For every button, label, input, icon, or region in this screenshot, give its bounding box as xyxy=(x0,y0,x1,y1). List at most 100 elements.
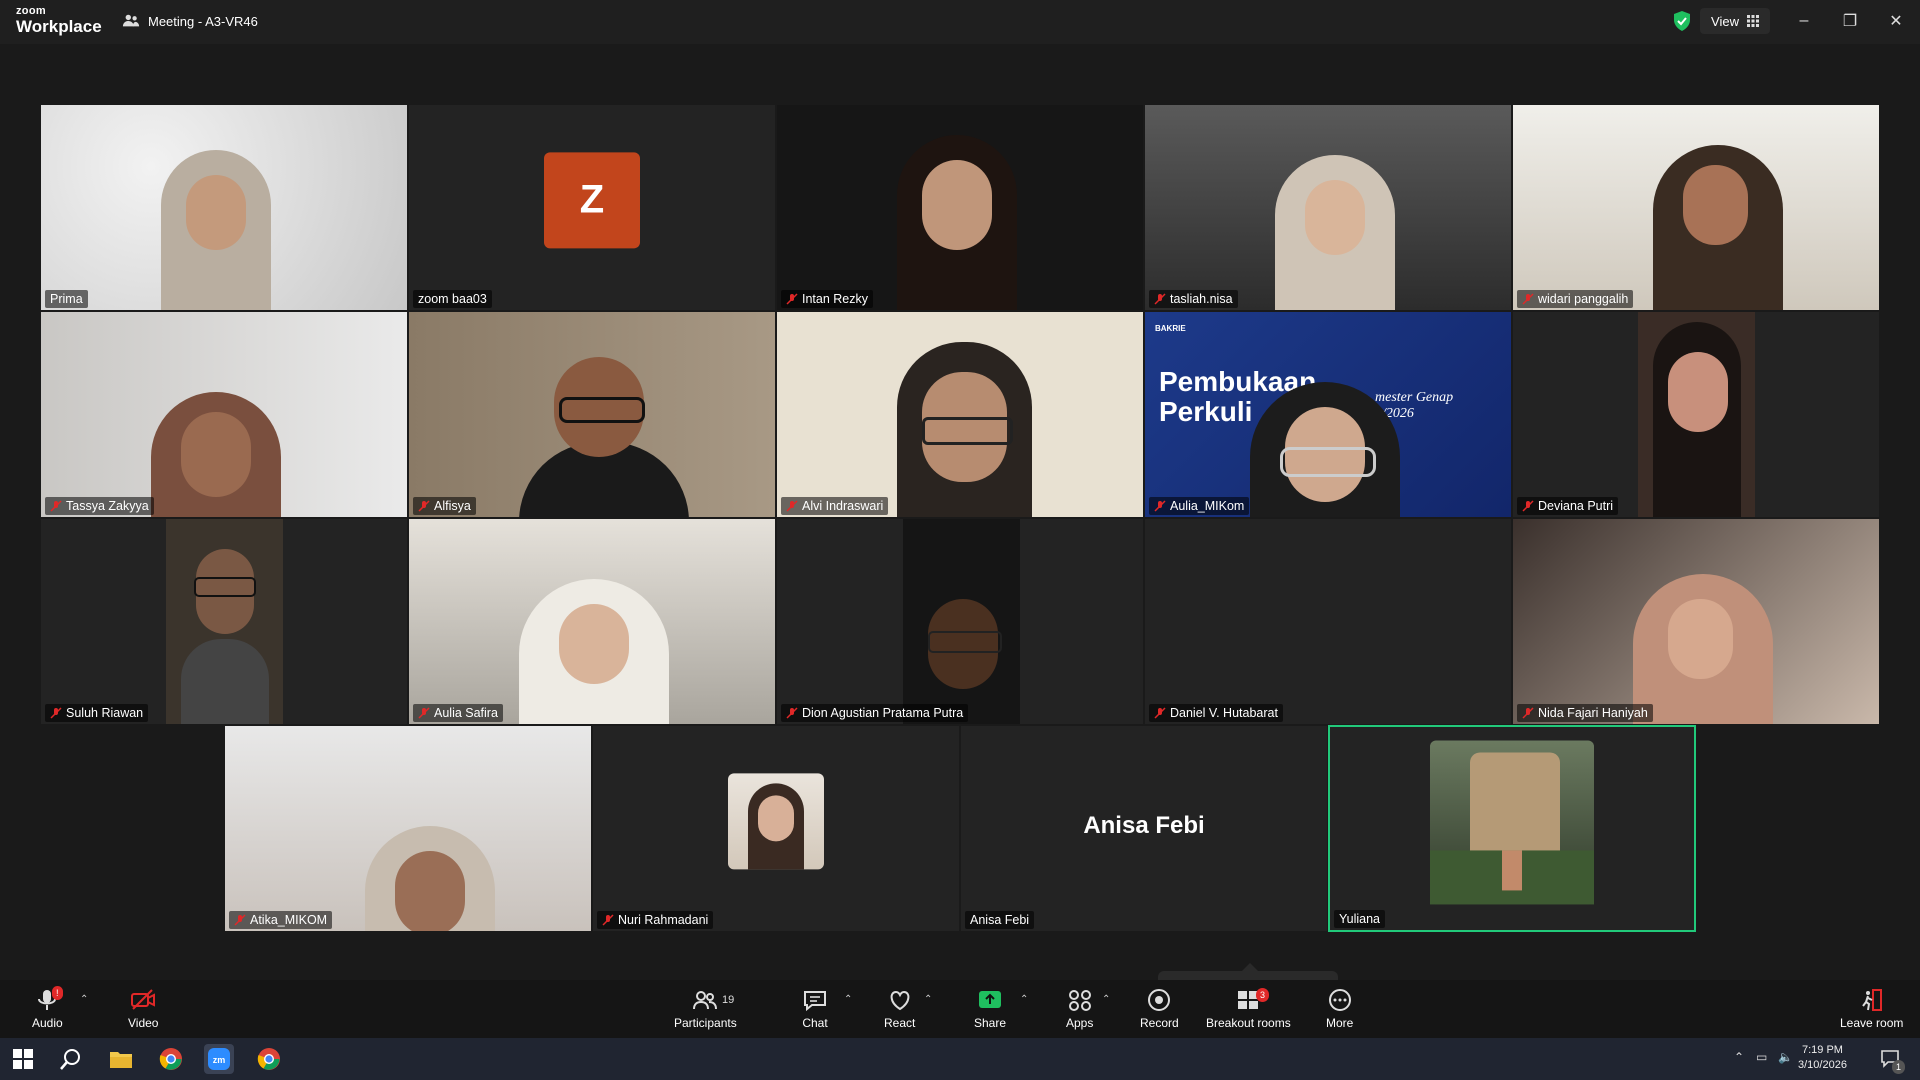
volume-icon[interactable]: 🔈 xyxy=(1778,1050,1793,1064)
audio-label: Audio xyxy=(32,1016,63,1030)
chrome-icon[interactable] xyxy=(156,1044,186,1074)
participant-tile[interactable]: tasliah.nisa xyxy=(1144,104,1512,311)
video-button[interactable]: Video xyxy=(128,988,158,1030)
participant-name-label: Tassya Zakyya xyxy=(45,497,154,515)
participant-tile[interactable]: widari panggalih xyxy=(1512,104,1880,311)
minimize-icon[interactable]: – xyxy=(1792,10,1816,32)
participant-name: Anisa Febi xyxy=(970,913,1030,927)
avatar-letter: Z xyxy=(579,177,605,222)
system-clock[interactable]: 7:19 PM 3/10/2026 xyxy=(1798,1043,1847,1073)
participant-name-label: widari panggalih xyxy=(1517,290,1634,308)
chat-button[interactable]: Chat xyxy=(802,988,828,1030)
share-button[interactable]: Share xyxy=(974,988,1006,1030)
participant-tile[interactable]: Prima xyxy=(40,104,408,311)
participants-count: 19 xyxy=(722,994,735,1006)
logo-bottom-text: Workplace xyxy=(16,17,102,36)
gallery-view: Prima Z zoom baa03 Intan Rezky tasliah.n… xyxy=(0,44,1920,1007)
mic-muted-icon xyxy=(50,500,62,512)
participant-name-label: Alvi Indraswari xyxy=(781,497,889,515)
mic-muted-icon xyxy=(1154,293,1166,305)
mic-muted-icon xyxy=(50,707,62,719)
search-icon[interactable] xyxy=(56,1044,86,1074)
participant-video xyxy=(1513,105,1879,310)
participant-video xyxy=(777,105,1143,310)
chat-options-caret[interactable]: ⌃ xyxy=(844,994,852,1005)
participant-name: Suluh Riawan xyxy=(66,706,144,720)
participant-name: widari panggalih xyxy=(1538,292,1629,306)
participant-video xyxy=(409,519,775,724)
participant-name-label: Anisa Febi xyxy=(965,911,1035,929)
participant-tile[interactable]: BAKRIE Pembukaan Perkuli mester Genap 5/… xyxy=(1144,311,1512,518)
participant-tile[interactable]: Anisa Febi Anisa Febi xyxy=(960,725,1328,932)
participant-tile[interactable]: Atika_MIKOM xyxy=(224,725,592,932)
view-button[interactable]: View xyxy=(1700,8,1770,34)
title-bar: zoom Workplace Meeting - A3-VR46 View – … xyxy=(0,0,1920,44)
participant-video xyxy=(1513,312,1879,517)
file-explorer-icon[interactable] xyxy=(106,1044,136,1074)
participant-tile[interactable]: Intan Rezky xyxy=(776,104,1144,311)
react-button[interactable]: React xyxy=(884,988,915,1030)
participant-name: Intan Rezky xyxy=(802,292,869,306)
share-options-caret[interactable]: ⌃ xyxy=(1020,994,1028,1005)
clock-date: 3/10/2026 xyxy=(1798,1059,1847,1071)
zoom-app-icon[interactable]: zm xyxy=(204,1044,234,1074)
view-label: View xyxy=(1711,13,1739,29)
participant-name-label: Prima xyxy=(45,290,88,308)
participant-tile[interactable]: Alfisya xyxy=(408,311,776,518)
mic-muted-icon xyxy=(234,914,246,926)
apps-button[interactable]: Apps xyxy=(1066,988,1093,1030)
meeting-info[interactable]: Meeting - A3-VR46 xyxy=(122,12,258,30)
slide-sub-line1: mester Genap xyxy=(1375,390,1454,405)
audio-warning-badge: ! xyxy=(52,986,63,1000)
restore-icon[interactable]: ❐ xyxy=(1838,10,1862,32)
participant-tile-active-speaker[interactable]: Yuliana xyxy=(1328,725,1696,932)
participant-tile[interactable]: Nida Fajari Haniyah xyxy=(1512,518,1880,725)
meeting-toolbar: Audio ! ⌃ Video Participants 19 Chat ⌃ R… xyxy=(0,980,1920,1038)
mic-muted-icon xyxy=(1522,707,1534,719)
meeting-title: Meeting - A3-VR46 xyxy=(148,13,258,29)
leave-room-button[interactable]: Leave room xyxy=(1840,988,1903,1030)
participant-tile[interactable]: Dion Agustian Pratama Putra xyxy=(776,518,1144,725)
more-button[interactable]: More xyxy=(1326,988,1353,1030)
participants-icon xyxy=(693,991,718,1010)
zoom-logo: zoom Workplace xyxy=(16,6,102,36)
participant-name-label: tasliah.nisa xyxy=(1149,290,1238,308)
mic-muted-icon xyxy=(786,293,798,305)
participant-tile[interactable]: Alvi Indraswari xyxy=(776,311,1144,518)
participant-name-label: Dion Agustian Pratama Putra xyxy=(781,704,969,722)
chrome-alt-icon[interactable] xyxy=(254,1044,284,1074)
participant-tile[interactable]: Aulia Safira xyxy=(408,518,776,725)
participant-name: Daniel V. Hutabarat xyxy=(1170,706,1278,720)
more-label: More xyxy=(1326,1016,1354,1030)
shield-icon[interactable] xyxy=(1672,10,1692,32)
participant-video xyxy=(1513,519,1879,724)
mic-muted-icon xyxy=(1522,500,1534,512)
mic-muted-icon xyxy=(786,500,798,512)
slide-brand: BAKRIE xyxy=(1155,324,1186,333)
audio-options-caret[interactable]: ⌃ xyxy=(80,994,88,1005)
participant-name: Nuri Rahmadani xyxy=(618,913,709,927)
participant-tile[interactable]: Nuri Rahmadani xyxy=(592,725,960,932)
close-icon[interactable]: ✕ xyxy=(1884,10,1908,32)
more-icon xyxy=(1328,989,1351,1011)
participant-tile[interactable]: Daniel V. Hutabarat xyxy=(1144,518,1512,725)
avatar: Z xyxy=(544,151,640,248)
participant-tile[interactable]: Z zoom baa03 xyxy=(408,104,776,311)
react-options-caret[interactable]: ⌃ xyxy=(924,994,932,1005)
participant-tile[interactable]: Tassya Zakyya xyxy=(40,311,408,518)
participant-tile[interactable]: Suluh Riawan xyxy=(40,518,408,725)
windows-start-icon[interactable] xyxy=(8,1044,38,1074)
breakout-count-badge: 3 xyxy=(1256,988,1270,1002)
network-icon[interactable]: ▭ xyxy=(1756,1050,1767,1064)
record-button[interactable]: Record xyxy=(1140,988,1179,1030)
participant-name: Yuliana xyxy=(1339,912,1381,926)
breakout-rooms-label: Breakout rooms xyxy=(1206,1016,1291,1030)
participant-tile[interactable]: Deviana Putri xyxy=(1512,311,1880,518)
avatar xyxy=(1430,739,1594,904)
apps-options-caret[interactable]: ⌃ xyxy=(1102,994,1110,1005)
breakout-rooms-button[interactable]: Breakout rooms xyxy=(1206,988,1291,1030)
tray-chevron-icon[interactable]: ⌃ xyxy=(1734,1050,1744,1064)
participant-name: Prima xyxy=(50,292,83,306)
share-screen-icon xyxy=(979,991,1002,1008)
participant-name: tasliah.nisa xyxy=(1170,292,1233,306)
